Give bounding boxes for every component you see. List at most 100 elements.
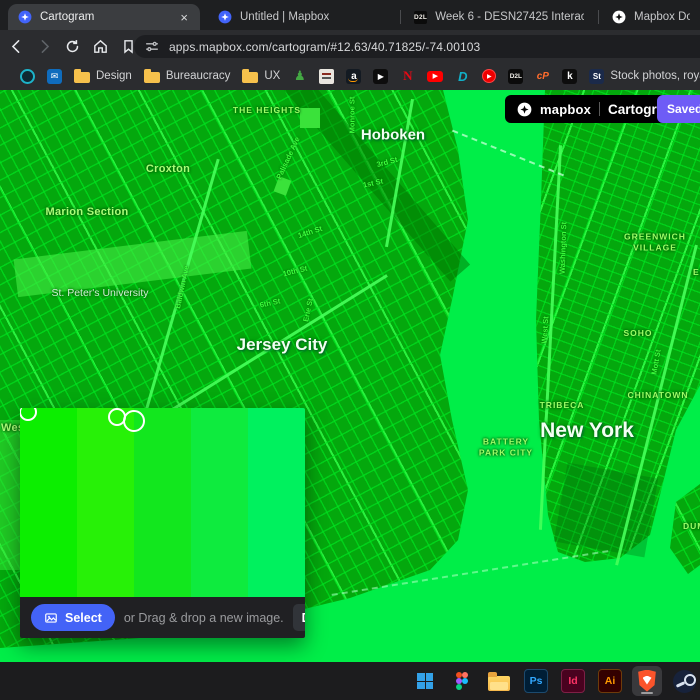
map-canvas[interactable]: Hoboken Jersey City New York THE HEIGHTS… <box>0 90 700 662</box>
screen: Cartogram × Untitled | Mapbox D2L Week 6… <box>0 0 700 700</box>
map-label-greenwich-village: GREENWICH VILLAGE <box>624 232 686 255</box>
browser-tabstrip: Cartogram × Untitled | Mapbox D2L Week 6… <box>0 0 700 30</box>
bookmark-outlook[interactable]: ✉ <box>47 69 62 84</box>
theme-dropdown[interactable]: Dark ▾ <box>293 604 305 631</box>
source-image-dropzone[interactable] <box>20 408 305 597</box>
illustrator-app-button[interactable]: Ai <box>595 666 625 696</box>
reload-icon[interactable] <box>60 34 84 58</box>
tab-title: Mapbox Docs <box>634 11 690 23</box>
photoshop-icon: Ps <box>524 669 548 693</box>
bookmark-kickstarter[interactable]: k <box>562 69 577 84</box>
map-label-east-village: EAST VILLAGE <box>693 267 700 277</box>
select-label: Select <box>65 611 102 625</box>
kickstarter-icon: k <box>562 69 577 84</box>
swatch-band <box>248 408 305 597</box>
back-icon[interactable] <box>4 34 28 58</box>
mail-icon: ✉ <box>47 69 62 84</box>
bookmark-folder-design[interactable]: Design <box>74 69 132 83</box>
indesign-app-button[interactable]: Id <box>558 666 588 696</box>
ring-logo-icon <box>20 69 35 84</box>
saved-styles-button[interactable]: Saved sty <box>657 95 700 123</box>
bookmark-amazon[interactable]: a <box>346 69 361 84</box>
tab-title: Week 6 - DESN27425 Interaction Des <box>435 11 584 23</box>
drop-hint-text: or Drag & drop a new image. <box>124 611 284 625</box>
mapbox-favicon-icon <box>218 10 232 24</box>
map-label-marion-section: Marion Section <box>45 206 128 218</box>
indesign-icon: Id <box>561 669 585 693</box>
tab-week6[interactable]: D2L Week 6 - DESN27425 Interaction Des <box>404 4 594 30</box>
bookmark-label: Design <box>96 70 132 82</box>
figma-icon <box>456 672 468 690</box>
folder-icon <box>488 676 510 691</box>
bookmark-play[interactable]: ▶ <box>373 69 388 84</box>
map-label-croxton: Croxton <box>146 163 190 175</box>
swatch-band <box>134 408 191 597</box>
bookmark-disney[interactable]: D <box>455 69 470 84</box>
bookmark-folder-bureaucracy[interactable]: Bureaucracy <box>144 69 231 83</box>
file-explorer-button[interactable] <box>484 666 514 696</box>
illustrator-icon: Ai <box>598 669 622 693</box>
close-icon[interactable]: × <box>178 11 190 24</box>
bookmark-netflix[interactable]: N <box>400 69 415 84</box>
bookmark-youtube[interactable]: ▶ <box>427 71 443 82</box>
tab-mapbox-docs[interactable]: Mapbox Docs <box>602 4 700 30</box>
figma-app-button[interactable] <box>447 666 477 696</box>
yt-music-icon: ▶ <box>482 69 496 83</box>
tab-untitled-mapbox[interactable]: Untitled | Mapbox <box>208 4 394 30</box>
park-area <box>300 108 320 128</box>
color-source-panel: Select or Drag & drop a new image. Dark … <box>20 408 305 638</box>
brave-icon <box>637 670 658 693</box>
bookmark-folder-ux[interactable]: UX <box>242 69 280 83</box>
select-image-button[interactable]: Select <box>31 604 115 631</box>
image-icon <box>44 611 58 625</box>
map-label-jersey-city: Jersey City <box>237 335 328 355</box>
map-label-hoboken: Hoboken <box>361 127 425 144</box>
folder-icon <box>74 72 90 83</box>
swatch-band <box>20 408 77 597</box>
map-label-battery-park-city: BATTERY PARK CITY <box>479 437 533 460</box>
bookmarks-bar: ✉ Design Bureaucracy UX ♟ a ▶ N ▶ D ▶ D2… <box>0 62 700 90</box>
tab-title: Cartogram <box>40 11 94 23</box>
d2l-favicon-icon: D2L <box>414 11 427 24</box>
mapbox-favicon-icon <box>18 10 32 24</box>
site-settings-icon[interactable] <box>144 35 160 59</box>
disney-icon: D <box>455 69 470 84</box>
url-bar[interactable]: apps.mapbox.com/cartogram/#12.63/40.7182… <box>134 35 700 58</box>
bookmark-ring-logo[interactable] <box>20 69 35 84</box>
map-label-chinatown: CHINATOWN <box>627 390 688 400</box>
swatch-band <box>191 408 248 597</box>
taskbar-icons: Ps Id Ai <box>410 662 699 700</box>
map-label-new-york: New York <box>540 419 634 443</box>
windows-logo-icon <box>417 673 433 689</box>
brave-browser-button[interactable] <box>632 666 662 696</box>
bookmark-label: Stock photos, royalt... <box>610 70 700 82</box>
amazon-icon: a <box>346 69 361 84</box>
steam-icon <box>673 670 696 693</box>
home-icon[interactable] <box>88 34 112 58</box>
chess-pawn-icon: ♟ <box>292 69 307 84</box>
forward-icon[interactable] <box>32 34 56 58</box>
bookmark-typewriter[interactable] <box>319 69 334 84</box>
brand-name: mapbox <box>540 102 591 117</box>
theme-value: Dark <box>302 611 305 625</box>
folder-icon <box>242 72 258 83</box>
mapbox-docs-favicon-icon <box>612 10 626 24</box>
bookmark-chess[interactable]: ♟ <box>292 69 307 84</box>
url-text[interactable]: apps.mapbox.com/cartogram/#12.63/40.7182… <box>169 40 480 54</box>
bookmark-stock-photos[interactable]: StStock photos, royalt... <box>589 69 700 84</box>
color-pick-handle[interactable] <box>123 410 145 432</box>
bookmark-d2l[interactable]: D2L <box>508 69 523 84</box>
folder-icon <box>144 72 160 83</box>
photoshop-app-button[interactable]: Ps <box>521 666 551 696</box>
tab-separator <box>400 10 401 24</box>
tab-separator <box>598 10 599 24</box>
mapbox-logo-icon <box>517 102 532 117</box>
tab-cartogram[interactable]: Cartogram × <box>8 4 200 30</box>
windows-taskbar: Ps Id Ai <box>0 662 700 700</box>
panel-toolbar: Select or Drag & drop a new image. Dark … <box>20 597 305 638</box>
bookmark-cpanel[interactable]: cP <box>535 69 550 84</box>
bookmark-yt-music[interactable]: ▶ <box>482 69 496 83</box>
tab-title: Untitled | Mapbox <box>240 11 329 23</box>
steam-app-button[interactable] <box>669 666 699 696</box>
windows-start-button[interactable] <box>410 666 440 696</box>
